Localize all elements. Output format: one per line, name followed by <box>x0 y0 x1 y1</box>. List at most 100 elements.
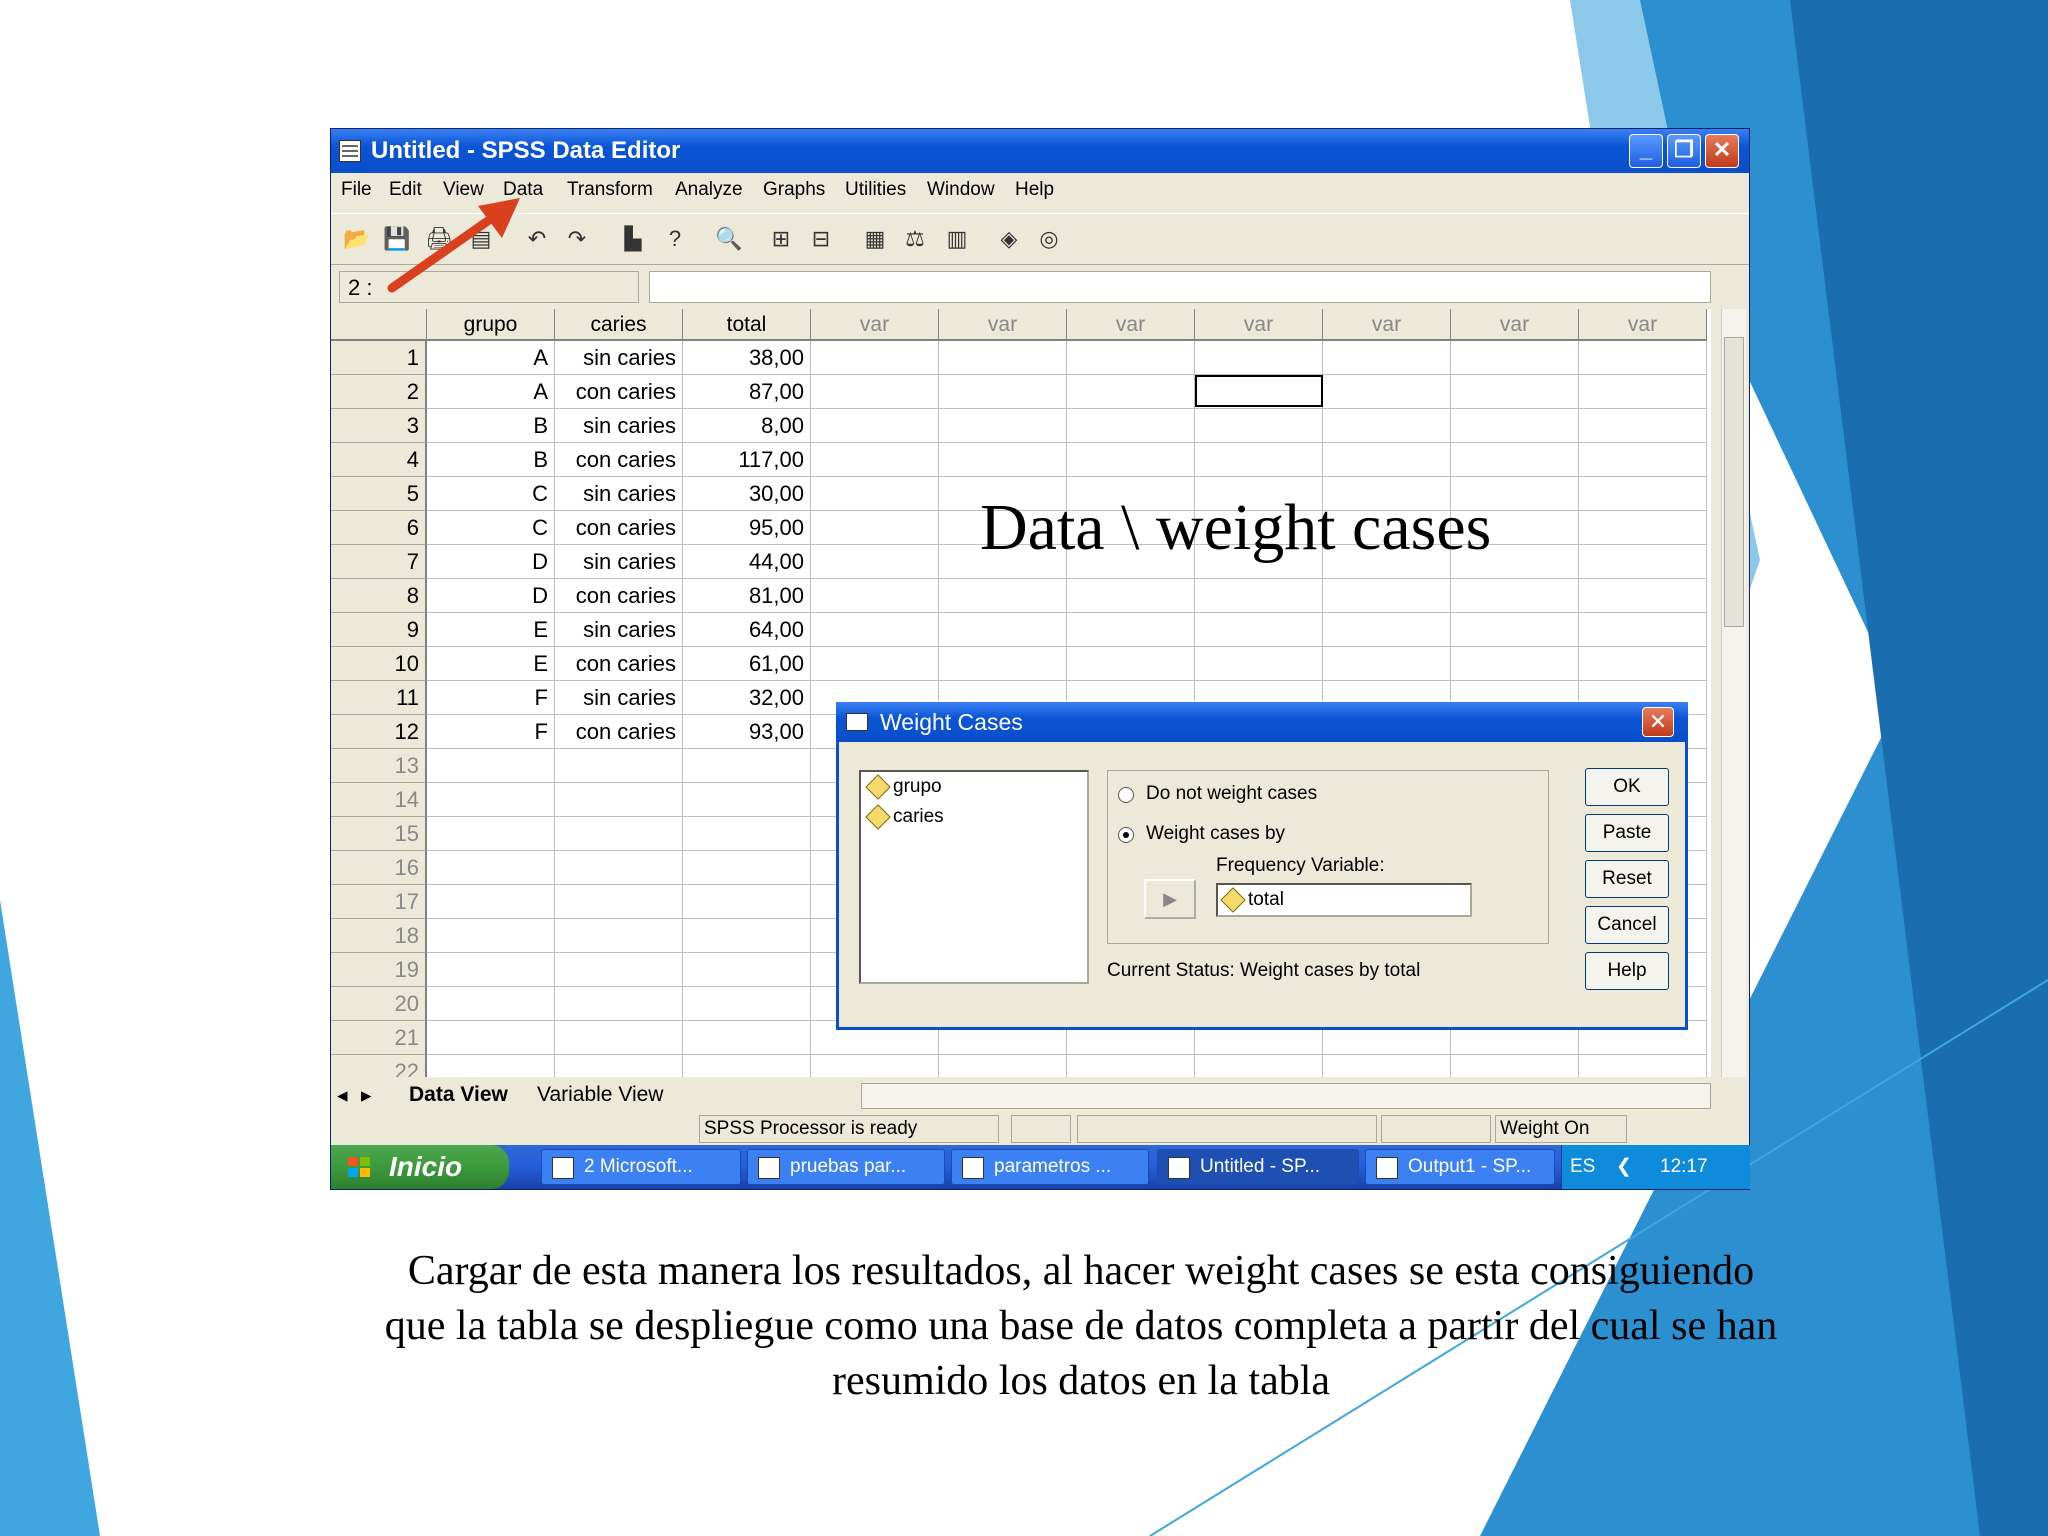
empty-cell[interactable] <box>1579 375 1707 409</box>
empty-cell[interactable] <box>555 919 683 953</box>
empty-cell[interactable] <box>1579 477 1707 511</box>
paste-button[interactable]: Paste <box>1585 814 1669 852</box>
cell-total[interactable]: 30,00 <box>683 477 811 511</box>
cell-caries[interactable]: sin caries <box>555 341 683 375</box>
empty-cell[interactable] <box>683 1055 811 1077</box>
empty-cell[interactable] <box>1451 647 1579 681</box>
empty-cell[interactable] <box>1067 375 1195 409</box>
empty-cell[interactable] <box>1451 579 1579 613</box>
empty-cell[interactable] <box>555 783 683 817</box>
list-item[interactable]: grupo <box>865 774 942 800</box>
empty-cell[interactable] <box>427 783 555 817</box>
empty-cell[interactable] <box>1323 1055 1451 1077</box>
cell-total[interactable]: 44,00 <box>683 545 811 579</box>
empty-cell[interactable] <box>683 919 811 953</box>
split-file-icon[interactable]: ▦ <box>859 223 891 255</box>
column-header[interactable]: var <box>1451 309 1579 341</box>
cell-caries[interactable]: con caries <box>555 579 683 613</box>
empty-cell[interactable] <box>555 851 683 885</box>
cell-grupo[interactable]: A <box>427 375 555 409</box>
tab-scroll-left-icon[interactable]: ◂ <box>337 1083 348 1108</box>
scrollbar-thumb[interactable] <box>1724 337 1744 627</box>
column-header[interactable]: caries <box>555 309 683 341</box>
restore-button[interactable]: ❐ <box>1667 134 1701 168</box>
empty-cell[interactable] <box>811 409 939 443</box>
cell-total[interactable]: 93,00 <box>683 715 811 749</box>
empty-cell[interactable] <box>811 511 939 545</box>
empty-cell[interactable] <box>1323 579 1451 613</box>
cancel-button[interactable]: Cancel <box>1585 906 1669 944</box>
reset-button[interactable]: Reset <box>1585 860 1669 898</box>
empty-cell[interactable] <box>939 1055 1067 1077</box>
insert-variable-icon[interactable]: ⊟ <box>805 223 837 255</box>
empty-cell[interactable] <box>1195 1055 1323 1077</box>
empty-cell[interactable] <box>1195 443 1323 477</box>
taskbar-item-spss-output[interactable]: Output1 - SP... <box>1365 1149 1555 1185</box>
column-header[interactable]: var <box>1323 309 1451 341</box>
cell-caries[interactable]: con caries <box>555 647 683 681</box>
empty-cell[interactable] <box>939 613 1067 647</box>
menu-analyze[interactable]: Analyze <box>675 179 743 201</box>
column-header[interactable]: var <box>1195 309 1323 341</box>
menu-graphs[interactable]: Graphs <box>763 179 825 201</box>
cell-grupo[interactable]: C <box>427 477 555 511</box>
cell-caries[interactable]: sin caries <box>555 613 683 647</box>
empty-cell[interactable] <box>1323 443 1451 477</box>
empty-cell[interactable] <box>939 579 1067 613</box>
empty-cell[interactable] <box>683 953 811 987</box>
minimize-button[interactable]: _ <box>1629 134 1663 168</box>
cell-caries[interactable]: sin caries <box>555 409 683 443</box>
cell-total[interactable]: 87,00 <box>683 375 811 409</box>
empty-cell[interactable] <box>1451 375 1579 409</box>
empty-cell[interactable] <box>1323 409 1451 443</box>
ok-button[interactable]: OK <box>1585 768 1669 806</box>
cell-total[interactable]: 61,00 <box>683 647 811 681</box>
row-number[interactable]: 20 <box>331 987 427 1021</box>
row-number[interactable]: 9 <box>331 613 427 647</box>
cell-total[interactable]: 117,00 <box>683 443 811 477</box>
empty-cell[interactable] <box>1195 341 1323 375</box>
vertical-scrollbar[interactable] <box>1721 309 1746 1077</box>
row-number[interactable]: 10 <box>331 647 427 681</box>
empty-cell[interactable] <box>427 851 555 885</box>
cell-grupo[interactable]: F <box>427 681 555 715</box>
empty-cell[interactable] <box>939 443 1067 477</box>
title-bar[interactable]: Untitled - SPSS Data Editor _ ❐ ✕ <box>331 129 1749 173</box>
empty-cell[interactable] <box>1323 647 1451 681</box>
goto-chart-icon[interactable]: ▙ <box>617 223 649 255</box>
radio-do-not-weight[interactable] <box>1118 787 1134 803</box>
empty-cell[interactable] <box>1067 341 1195 375</box>
empty-cell[interactable] <box>427 885 555 919</box>
variable-list[interactable]: grupo caries <box>859 770 1089 984</box>
cell-grupo[interactable]: F <box>427 715 555 749</box>
empty-cell[interactable] <box>683 783 811 817</box>
use-sets-icon[interactable]: ◎ <box>1033 223 1065 255</box>
row-number[interactable]: 17 <box>331 885 427 919</box>
selected-cell[interactable] <box>1195 375 1323 407</box>
row-number[interactable]: 18 <box>331 919 427 953</box>
empty-cell[interactable] <box>1067 443 1195 477</box>
row-number[interactable]: 22 <box>331 1055 427 1077</box>
empty-cell[interactable] <box>427 817 555 851</box>
row-number[interactable]: 2 <box>331 375 427 409</box>
row-number[interactable]: 11 <box>331 681 427 715</box>
empty-cell[interactable] <box>939 647 1067 681</box>
empty-cell[interactable] <box>1579 545 1707 579</box>
cell-grupo[interactable]: E <box>427 647 555 681</box>
empty-cell[interactable] <box>427 749 555 783</box>
value-labels-icon[interactable]: ◈ <box>993 223 1025 255</box>
empty-cell[interactable] <box>683 851 811 885</box>
cell-value-input[interactable] <box>649 271 1711 303</box>
row-number[interactable]: 5 <box>331 477 427 511</box>
taskbar-item-folder[interactable]: parametros ... <box>951 1149 1149 1185</box>
column-header[interactable]: total <box>683 309 811 341</box>
empty-cell[interactable] <box>939 409 1067 443</box>
dialog-title-bar[interactable]: Weight Cases ✕ <box>836 702 1688 742</box>
find-icon[interactable]: 🔍 <box>713 223 745 255</box>
menu-help[interactable]: Help <box>1015 179 1054 201</box>
empty-cell[interactable] <box>811 1055 939 1077</box>
menu-window[interactable]: Window <box>927 179 995 201</box>
row-number[interactable]: 16 <box>331 851 427 885</box>
empty-cell[interactable] <box>1323 375 1451 409</box>
goto-case-icon[interactable]: ? <box>659 223 691 255</box>
